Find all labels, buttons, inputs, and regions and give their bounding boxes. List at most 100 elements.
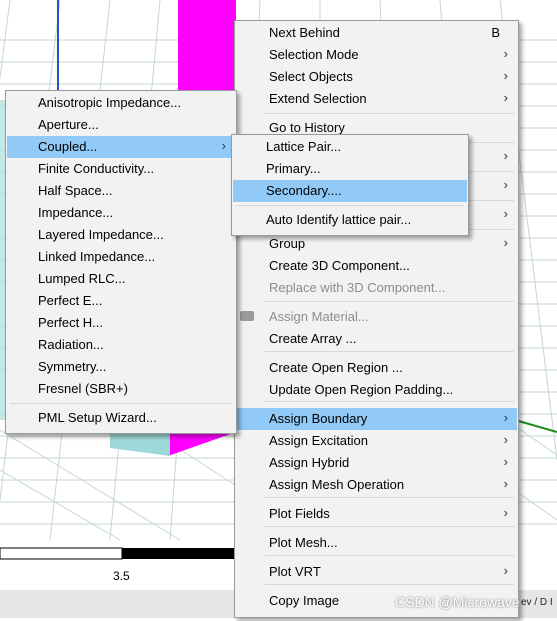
- chevron-right-icon: ›: [503, 90, 508, 105]
- menu-item-plot-fields[interactable]: Plot Fields ›: [236, 503, 517, 525]
- menu-item-label: Assign Material...: [269, 309, 369, 324]
- menu-item-label: Aperture...: [38, 117, 99, 132]
- menu-item-shortcut: B: [491, 25, 500, 40]
- menu-item-secondary[interactable]: Secondary....: [233, 180, 467, 202]
- menu-item-aperture[interactable]: Aperture...: [7, 114, 235, 136]
- chevron-right-icon: ›: [503, 476, 508, 491]
- menu-item-group[interactable]: Group ›: [236, 233, 517, 255]
- chevron-right-icon: ›: [503, 505, 508, 520]
- scale-label: 3.5: [113, 569, 130, 583]
- chevron-right-icon: ›: [221, 138, 226, 153]
- menu-item-update-open-region-padding[interactable]: Update Open Region Padding...: [236, 379, 517, 401]
- menu-item-finite-conductivity[interactable]: Finite Conductivity...: [7, 158, 235, 180]
- menu-item-fresnel-sbr[interactable]: Fresnel (SBR+): [7, 378, 235, 400]
- menu-item-assign-boundary[interactable]: Assign Boundary ›: [236, 408, 517, 430]
- menu-item-anisotropic-impedance[interactable]: Anisotropic Impedance...: [7, 92, 235, 114]
- menu-item-selection-mode[interactable]: Selection Mode ›: [236, 44, 517, 66]
- chevron-right-icon: ›: [503, 46, 508, 61]
- menu-item-layered-impedance[interactable]: Layered Impedance...: [7, 224, 235, 246]
- menu-item-replace-with-3d-component: Replace with 3D Component...: [236, 277, 517, 299]
- chevron-right-icon: ›: [503, 68, 508, 83]
- menu-item-label: Impedance...: [38, 205, 114, 220]
- menu-item-primary[interactable]: Primary...: [233, 158, 467, 180]
- coupled-submenu: Lattice Pair... Primary... Secondary.... Au…: [231, 134, 469, 236]
- chevron-right-icon: ›: [503, 432, 508, 447]
- watermark: CSDN @Microwave: [395, 594, 520, 610]
- menu-separator: [265, 497, 514, 498]
- menu-item-label: Group: [269, 236, 306, 251]
- menu-item-lumped-rlc[interactable]: Lumped RLC...: [7, 268, 235, 290]
- chevron-right-icon: ›: [503, 454, 508, 469]
- scale-bar-white: [0, 547, 123, 560]
- status-text: ev / D I: [521, 597, 553, 608]
- menu-separator: [265, 301, 514, 302]
- menu-item-label: Assign Hybrid: [269, 455, 350, 470]
- menu-item-label: Radiation...: [38, 337, 104, 352]
- menu-item-plot-vrt[interactable]: Plot VRT ›: [236, 561, 517, 583]
- menu-item-label: Auto Identify lattice pair...: [266, 212, 412, 227]
- menu-item-label: Coupled...: [38, 139, 98, 154]
- menu-item-extend-selection[interactable]: Extend Selection ›: [236, 88, 517, 110]
- menu-item-label: Copy Image: [269, 593, 340, 608]
- menu-item-lattice-pair[interactable]: Lattice Pair...: [233, 136, 467, 158]
- menu-item-assign-excitation[interactable]: Assign Excitation ›: [236, 430, 517, 452]
- menu-separator: [265, 526, 514, 527]
- menu-item-perfect-e[interactable]: Perfect E...: [7, 290, 235, 312]
- menu-item-create-array[interactable]: Create Array ...: [236, 328, 517, 350]
- menu-item-create-3d-component[interactable]: Create 3D Component...: [236, 255, 517, 277]
- menu-item-label: Fresnel (SBR+): [38, 381, 128, 396]
- menu-item-label: Assign Boundary: [269, 411, 368, 426]
- menu-item-label: Replace with 3D Component...: [269, 280, 446, 295]
- menu-item-label: Secondary....: [266, 183, 342, 198]
- menu-separator: [265, 555, 514, 556]
- menu-item-perfect-h[interactable]: Perfect H...: [7, 312, 235, 334]
- menu-item-pml-setup-wizard[interactable]: PML Setup Wizard...: [7, 407, 235, 429]
- menu-item-label: Lattice Pair...: [266, 139, 342, 154]
- chevron-right-icon: ›: [503, 410, 508, 425]
- menu-item-symmetry[interactable]: Symmetry...: [7, 356, 235, 378]
- menu-item-assign-hybrid[interactable]: Assign Hybrid ›: [236, 452, 517, 474]
- material-icon: [240, 311, 254, 321]
- chevron-right-icon: ›: [503, 235, 508, 250]
- menu-item-select-objects[interactable]: Select Objects ›: [236, 66, 517, 88]
- menu-item-label: Create Array ...: [269, 331, 357, 346]
- menu-item-label: Assign Excitation: [269, 433, 368, 448]
- magenta-box-top: [178, 0, 236, 100]
- menu-item-label: Extend Selection: [269, 91, 367, 106]
- menu-item-next-behind[interactable]: Next Behind B: [236, 22, 517, 44]
- menu-item-label: Next Behind: [269, 25, 340, 40]
- menu-item-label: Symmetry...: [38, 359, 107, 374]
- menu-item-label: Perfect E...: [38, 293, 103, 308]
- menu-item-impedance[interactable]: Impedance...: [7, 202, 235, 224]
- menu-item-label: Update Open Region Padding...: [269, 382, 454, 397]
- menu-item-create-open-region[interactable]: Create Open Region ...: [236, 357, 517, 379]
- chevron-right-icon: ›: [503, 177, 508, 192]
- menu-item-label: Create Open Region ...: [269, 360, 403, 375]
- menu-item-label: Selection Mode: [269, 47, 359, 62]
- menu-item-auto-identify-lattice-pair[interactable]: Auto Identify lattice pair...: [233, 209, 467, 231]
- menu-item-assign-mesh-operation[interactable]: Assign Mesh Operation ›: [236, 474, 517, 496]
- chevron-right-icon: ›: [503, 148, 508, 163]
- assign-boundary-submenu: Anisotropic Impedance... Aperture... Coupl…: [5, 90, 237, 434]
- menu-item-label: Plot Mesh...: [269, 535, 338, 550]
- menu-separator: [265, 351, 514, 352]
- chevron-right-icon: ›: [503, 206, 508, 221]
- menu-item-plot-mesh[interactable]: Plot Mesh...: [236, 532, 517, 554]
- menu-item-label: Create 3D Component...: [269, 258, 410, 273]
- menu-item-half-space[interactable]: Half Space...: [7, 180, 235, 202]
- menu-item-coupled[interactable]: Coupled... ›: [7, 136, 235, 158]
- menu-item-label: Select Objects: [269, 69, 353, 84]
- menu-item-label: Plot VRT: [269, 564, 321, 579]
- menu-item-label: Plot Fields: [269, 506, 330, 521]
- menu-item-radiation[interactable]: Radiation...: [7, 334, 235, 356]
- menu-separator: [236, 205, 464, 206]
- menu-item-label: Perfect H...: [38, 315, 104, 330]
- menu-item-label: Layered Impedance...: [38, 227, 164, 242]
- menu-separator: [265, 584, 514, 585]
- context-menu: Next Behind B Selection Mode › Select Object…: [234, 20, 519, 618]
- menu-item-label: Primary...: [266, 161, 321, 176]
- menu-item-label: PML Setup Wizard...: [38, 410, 157, 425]
- menu-item-label: Lumped RLC...: [38, 271, 126, 286]
- menu-item-linked-impedance[interactable]: Linked Impedance...: [7, 246, 235, 268]
- menu-item-label: Half Space...: [38, 183, 113, 198]
